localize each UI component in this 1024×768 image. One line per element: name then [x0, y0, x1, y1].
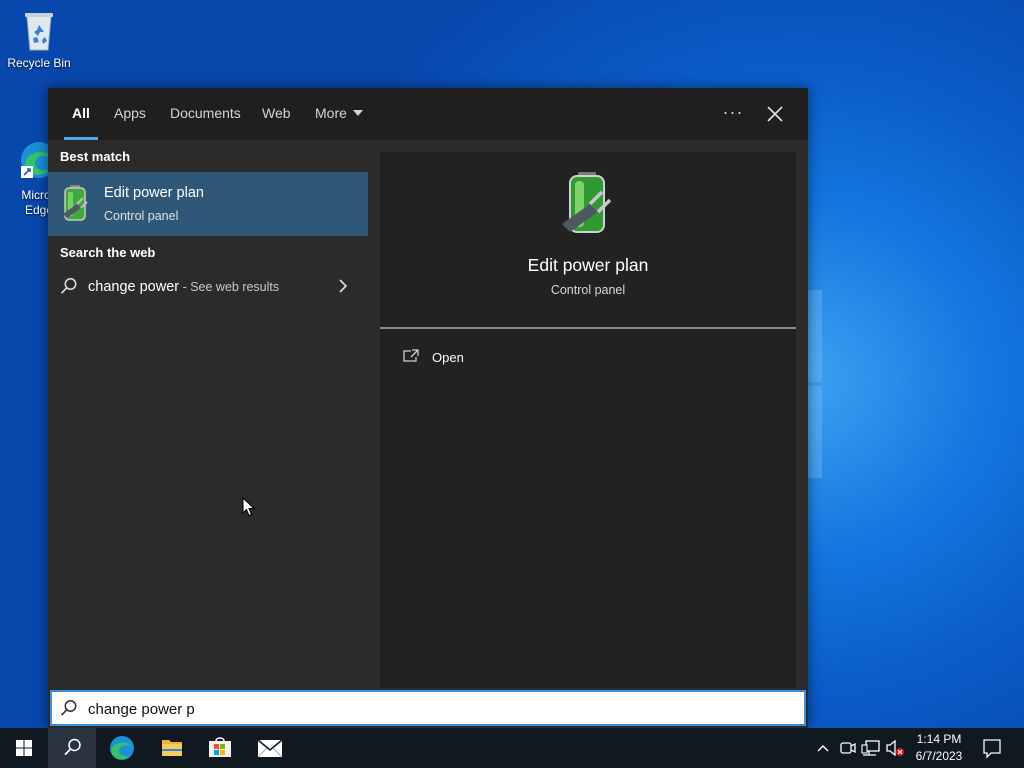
- clock-time: 1:14 PM: [916, 732, 962, 746]
- tab-all[interactable]: All: [64, 88, 98, 140]
- best-match-title: Edit power plan: [104, 185, 204, 201]
- start-search-panel: All Apps Documents Web More ··· Best mat…: [48, 88, 808, 728]
- chevron-up-icon: [817, 745, 829, 752]
- mail-icon: [257, 739, 283, 758]
- search-icon: [60, 277, 78, 295]
- chevron-right-icon: [336, 277, 350, 295]
- best-match-subtitle: Control panel: [104, 209, 179, 223]
- open-button[interactable]: Open: [394, 342, 594, 372]
- wallpaper-light-beam: [808, 290, 822, 382]
- web-result-suffix: - See web results: [179, 280, 280, 294]
- action-center-button[interactable]: [980, 728, 1004, 768]
- taskbar-clock[interactable]: 1:14 PM 6/7/2023: [906, 731, 972, 765]
- meet-now-button[interactable]: [836, 728, 858, 768]
- close-icon: [767, 106, 783, 122]
- store-icon: [209, 737, 231, 757]
- desktop-icon-recycle-bin[interactable]: Recycle Bin: [1, 8, 77, 71]
- detail-title: Edit power plan: [527, 255, 649, 275]
- battery-power-icon: [61, 184, 89, 224]
- folder-icon: [162, 740, 182, 756]
- tab-web[interactable]: Web: [262, 88, 291, 140]
- tab-documents[interactable]: Documents: [170, 88, 241, 140]
- start-button[interactable]: [0, 728, 48, 768]
- search-filter-tabs: All Apps Documents Web More ···: [48, 88, 808, 140]
- taskbar: 1:14 PM 6/7/2023: [0, 728, 1024, 768]
- best-match-heading: Best match: [60, 149, 131, 164]
- volume-button[interactable]: [884, 728, 906, 768]
- taskbar-mail-button[interactable]: [246, 728, 294, 768]
- search-icon: [60, 699, 78, 717]
- web-result-text: change power - See web results: [88, 279, 279, 295]
- network-icon: [861, 740, 880, 756]
- windows-logo-icon: [16, 740, 32, 756]
- search-icon: [64, 738, 81, 756]
- clock-date: 6/7/2023: [915, 749, 963, 763]
- show-hidden-icons-button[interactable]: [812, 728, 834, 768]
- wallpaper-light-beam: [808, 386, 822, 478]
- taskbar-store-button[interactable]: [196, 728, 244, 768]
- divider: [380, 327, 796, 329]
- search-web-heading: Search the web: [60, 245, 156, 260]
- tab-more-label: More: [315, 105, 347, 121]
- open-icon: [402, 348, 420, 364]
- more-options-button[interactable]: ···: [718, 100, 748, 128]
- edge-icon: [110, 736, 134, 760]
- network-button[interactable]: [860, 728, 882, 768]
- results-list: Best match Edit power plan Control panel…: [48, 140, 368, 688]
- desktop-icon-label: Recycle Bin: [7, 56, 71, 70]
- detail-subtitle: Control panel: [550, 283, 626, 297]
- chevron-down-icon: [352, 110, 363, 116]
- tab-more[interactable]: More: [315, 88, 363, 140]
- search-box[interactable]: [50, 690, 806, 726]
- notification-icon: [983, 739, 1001, 759]
- volume-muted-icon: [886, 739, 904, 757]
- tab-apps[interactable]: Apps: [114, 88, 146, 140]
- taskbar-file-explorer-button[interactable]: [148, 728, 196, 768]
- mouse-cursor-icon: [242, 496, 256, 517]
- web-result-query: change power: [88, 279, 180, 295]
- result-detail-pane: Edit power plan Control panel Open: [380, 152, 796, 688]
- web-search-result[interactable]: change power - See web results: [48, 268, 368, 304]
- taskbar-search-button[interactable]: [48, 728, 96, 768]
- best-match-result[interactable]: Edit power plan Control panel: [48, 172, 368, 236]
- open-label: Open: [432, 350, 464, 365]
- camera-icon: [840, 742, 856, 754]
- search-input[interactable]: [88, 698, 788, 720]
- battery-power-icon: [556, 170, 620, 238]
- recycle-bin-icon: [19, 8, 59, 52]
- taskbar-edge-button[interactable]: [98, 728, 146, 768]
- close-button[interactable]: [760, 100, 790, 128]
